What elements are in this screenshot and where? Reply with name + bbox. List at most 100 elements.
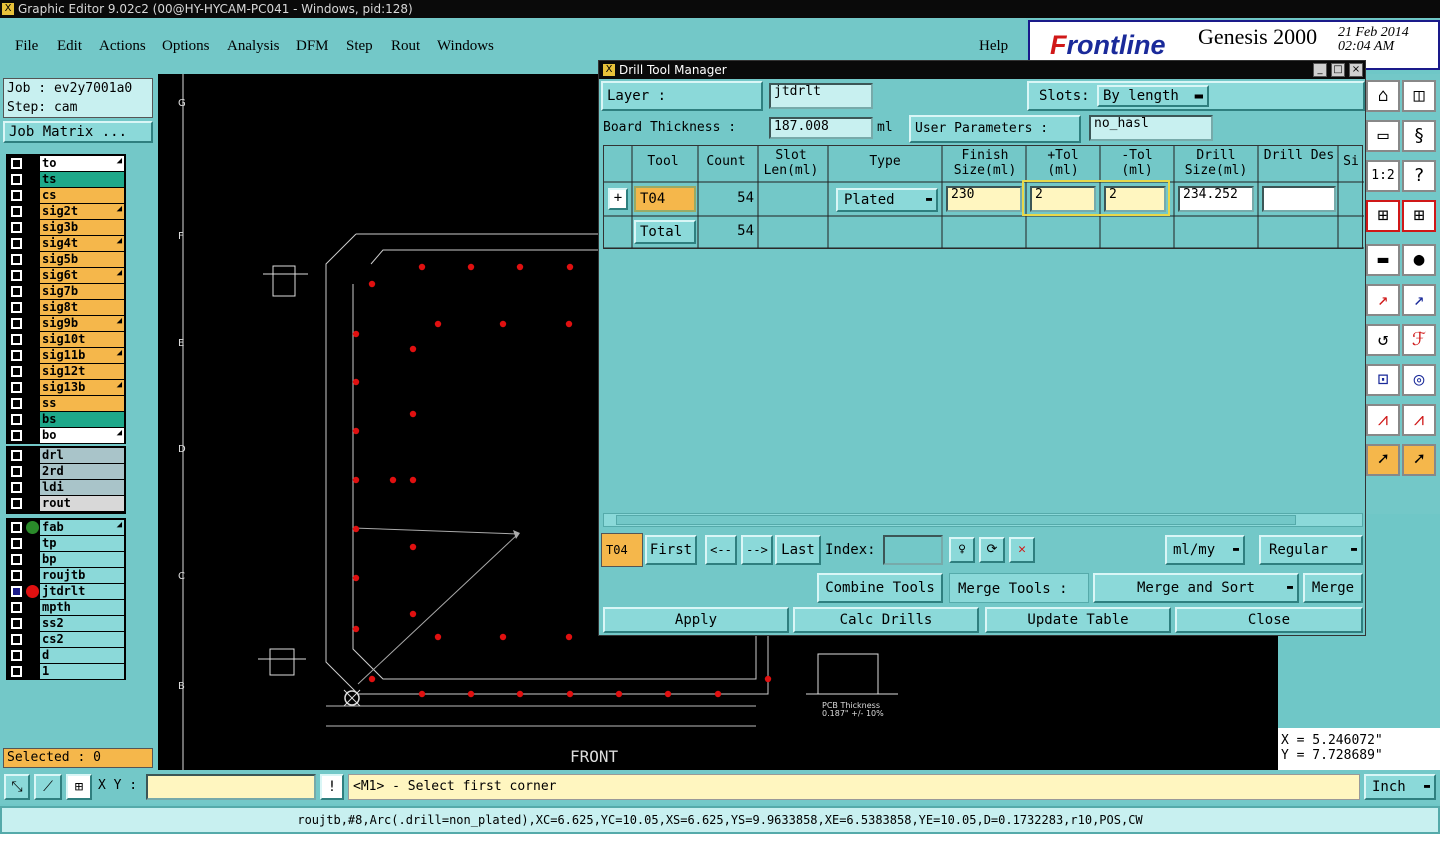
last-button[interactable]: Last bbox=[775, 535, 821, 565]
merge-mode-dropdown[interactable]: Merge and Sort ▬ bbox=[1093, 573, 1299, 603]
scale-icon[interactable]: 1:2 bbox=[1366, 160, 1400, 192]
slots-dropdown[interactable]: By length ▬ bbox=[1097, 85, 1209, 107]
type-dropdown[interactable]: Plated ▬ bbox=[836, 188, 938, 212]
refresh-icon[interactable]: ⟳ bbox=[979, 537, 1005, 563]
horizontal-scrollbar[interactable] bbox=[603, 513, 1363, 527]
zoom-icon[interactable]: ▭ bbox=[1366, 120, 1400, 152]
layer-row-sig7b[interactable]: sig7b bbox=[8, 284, 124, 299]
drill-size-field[interactable]: 234.252 bbox=[1178, 186, 1254, 212]
route-icon[interactable]: ⩘ bbox=[1366, 404, 1400, 436]
maximize-icon[interactable]: □ bbox=[1331, 63, 1345, 77]
user-parameters-field[interactable]: no_hasl bbox=[1089, 115, 1213, 141]
layer-row-ss[interactable]: ss bbox=[8, 396, 124, 411]
layer-row-sig8t[interactable]: sig8t bbox=[8, 300, 124, 315]
layer-row-bs[interactable]: bs bbox=[8, 412, 124, 427]
layer-row-d[interactable]: d bbox=[8, 648, 124, 663]
layer-row-sig9b[interactable]: sig9b ◢ bbox=[8, 316, 124, 331]
snap2-icon[interactable]: ↗ bbox=[1402, 284, 1436, 316]
layer-row-sig12t[interactable]: sig12t bbox=[8, 364, 124, 379]
close-icon[interactable]: × bbox=[1349, 63, 1363, 77]
layer-row-ldi[interactable]: ldi bbox=[8, 480, 124, 495]
user-parameters-button[interactable]: User Parameters : bbox=[909, 115, 1081, 143]
plus-tol-field[interactable]: 2 bbox=[1030, 186, 1096, 212]
drill-des-field[interactable] bbox=[1262, 186, 1336, 212]
net2-icon[interactable]: ⊞ bbox=[1402, 200, 1436, 232]
layer-checkbox[interactable] bbox=[11, 414, 22, 425]
layer-checkbox[interactable] bbox=[11, 270, 22, 281]
menu-file[interactable]: File bbox=[15, 38, 38, 55]
menu-analysis[interactable]: Analysis bbox=[227, 38, 280, 55]
split-view-icon[interactable]: ◫ bbox=[1402, 80, 1436, 112]
minus-tol-field[interactable]: 2 bbox=[1104, 186, 1166, 212]
xy-input[interactable] bbox=[146, 774, 316, 800]
merge-button[interactable]: Merge bbox=[1303, 573, 1363, 603]
layer-checkbox[interactable] bbox=[11, 466, 22, 477]
layer-checkbox[interactable] bbox=[11, 254, 22, 265]
zoom-box-icon[interactable]: ⤡ bbox=[4, 774, 30, 800]
layer-checkbox[interactable] bbox=[11, 222, 22, 233]
layer-row-sig5b[interactable]: sig5b bbox=[8, 252, 124, 267]
shapes-icon[interactable]: ◎ bbox=[1402, 364, 1436, 396]
layer-row-cs2[interactable]: cs2 bbox=[8, 632, 124, 647]
menu-options[interactable]: Options bbox=[162, 38, 210, 55]
route2-icon[interactable]: ⩘ bbox=[1402, 404, 1436, 436]
layer-checkbox[interactable] bbox=[11, 618, 22, 629]
calc-drills-button[interactable]: Calc Drills bbox=[793, 607, 979, 633]
layer-checkbox[interactable] bbox=[11, 570, 22, 581]
layer-checkbox[interactable] bbox=[11, 450, 22, 461]
layer-checkbox[interactable] bbox=[11, 482, 22, 493]
menu-actions[interactable]: Actions bbox=[99, 38, 146, 55]
units-selector[interactable]: Inch ▬ bbox=[1364, 774, 1436, 800]
layer-checkbox[interactable] bbox=[11, 398, 22, 409]
board-thickness-field[interactable]: 187.008 bbox=[769, 117, 873, 139]
layer-row-jtdrlt[interactable]: jtdrlt bbox=[8, 584, 124, 599]
scroll-thumb[interactable] bbox=[616, 515, 1296, 525]
layer-checkbox[interactable] bbox=[11, 206, 22, 217]
menu-rout[interactable]: Rout bbox=[391, 38, 420, 55]
layer-checkbox[interactable] bbox=[11, 602, 22, 613]
move-icon[interactable]: ⊡ bbox=[1366, 364, 1400, 396]
layer-row-sig4t[interactable]: sig4t ◢ bbox=[8, 236, 124, 251]
layer-checkbox[interactable] bbox=[11, 238, 22, 249]
layer-checkbox[interactable] bbox=[11, 286, 22, 297]
mode-dropdown[interactable]: Regular ▬ bbox=[1259, 535, 1363, 565]
layer-row-sig6t[interactable]: sig6t ◢ bbox=[8, 268, 124, 283]
layer-checkbox[interactable] bbox=[11, 174, 22, 185]
net-icon[interactable]: ⊞ bbox=[1366, 200, 1400, 232]
update-table-button[interactable]: Update Table bbox=[985, 607, 1171, 633]
next-button[interactable]: --> bbox=[741, 535, 773, 565]
alert-icon[interactable]: ! bbox=[320, 774, 344, 800]
layer-row-fab[interactable]: fab ◢ bbox=[8, 520, 124, 535]
filter-icon[interactable]: ℱ bbox=[1402, 324, 1436, 356]
grid-icon[interactable]: ⊞ bbox=[66, 774, 92, 800]
layer-row-bo[interactable]: bo ◢ bbox=[8, 428, 124, 443]
prev-button[interactable]: <-- bbox=[705, 535, 737, 565]
layer-checkbox[interactable] bbox=[11, 554, 22, 565]
layer-checkbox[interactable] bbox=[11, 586, 22, 597]
layer-checkbox[interactable] bbox=[11, 350, 22, 361]
layer-checkbox[interactable] bbox=[11, 650, 22, 661]
units-dropdown[interactable]: ml/my ▬ bbox=[1165, 535, 1245, 565]
layer-row-to[interactable]: to ◢ bbox=[8, 156, 124, 171]
menu-edit[interactable]: Edit bbox=[57, 38, 82, 55]
layer-row-2rd[interactable]: 2rd bbox=[8, 464, 124, 479]
layer-row-sig13b[interactable]: sig13b ◢ bbox=[8, 380, 124, 395]
ruler-icon[interactable]: ▬ bbox=[1366, 244, 1400, 276]
snap-icon[interactable]: ↗ bbox=[1366, 284, 1400, 316]
layer-field[interactable]: jtdrlt bbox=[769, 83, 873, 109]
menu-dfm[interactable]: DFM bbox=[296, 38, 329, 55]
menu-step[interactable]: Step bbox=[346, 38, 373, 55]
layer-row-sig10t[interactable]: sig10t bbox=[8, 332, 124, 347]
help-icon[interactable]: ? bbox=[1402, 160, 1436, 192]
layer-row-roujtb[interactable]: roujtb bbox=[8, 568, 124, 583]
layer-checkbox[interactable] bbox=[11, 318, 22, 329]
apply-button[interactable]: Apply bbox=[603, 607, 789, 633]
index-field[interactable] bbox=[883, 535, 943, 565]
layer-checkbox[interactable] bbox=[11, 498, 22, 509]
finish-size-field[interactable]: 230 bbox=[946, 186, 1022, 212]
close-button[interactable]: Close bbox=[1175, 607, 1363, 633]
home-icon[interactable]: ⌂ bbox=[1366, 80, 1400, 112]
layer-checkbox[interactable] bbox=[11, 666, 22, 677]
lightbulb-icon[interactable]: ♀ bbox=[949, 537, 975, 563]
expand-row-icon[interactable]: + bbox=[608, 188, 628, 210]
